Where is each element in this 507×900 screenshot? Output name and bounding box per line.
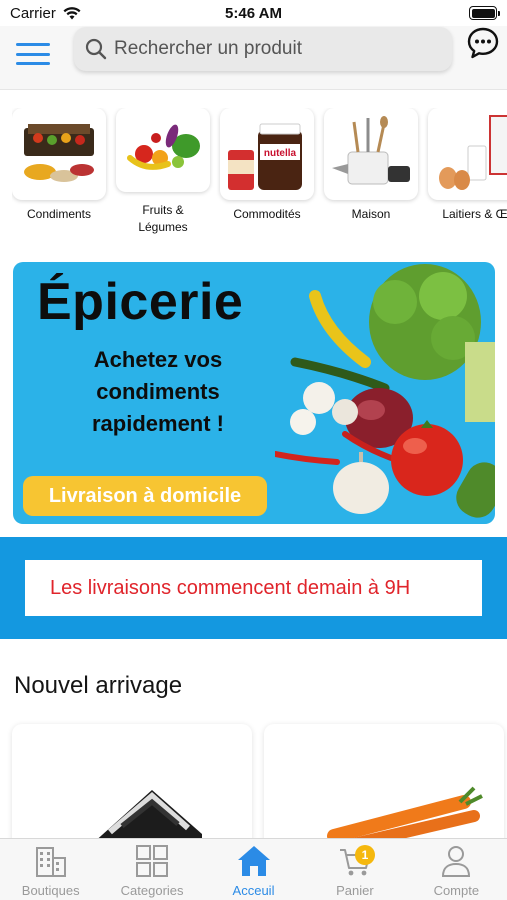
category-commodites[interactable]: nutella Commodités [220,108,314,236]
tab-label: Boutiques [21,883,80,898]
category-image [428,108,507,200]
buildings-icon [33,843,69,879]
menu-line [16,52,50,56]
tab-compte[interactable]: Compte [406,839,507,900]
tab-label: Compte [433,883,480,898]
category-label: Laitiers & Œ [442,207,507,221]
menu-line [16,62,50,65]
category-image [12,108,106,200]
category-image: nutella [220,108,314,200]
delivery-notice: Les livraisons commencent demain à 9H [25,560,482,616]
status-left: Carrier [10,5,82,22]
tab-categories[interactable]: Categories [101,839,202,900]
category-laitiers[interactable]: Laitiers & Œ [428,108,507,236]
search-icon [85,38,107,60]
category-carousel[interactable]: Condiments Fruits & Légumes nutella Comm… [12,108,507,236]
banner-subtitle: Achetez vos condiments rapidement ! [91,347,225,436]
grid-icon [134,843,170,879]
bottom-tab-bar: Boutiques Categories Acceuil 1 Panier Co… [0,838,507,900]
status-bar: Carrier 5:46 AM [0,0,507,26]
new-arrivals-list[interactable] [12,724,507,864]
top-header [0,26,507,90]
svg-text:nutella: nutella [264,148,297,159]
category-label: Maison [351,207,391,221]
notice-band: Les livraisons commencent demain à 9H [0,537,507,639]
category-label: Fruits & Légumes [138,203,188,234]
cart-count-badge: 1 [354,845,375,865]
product-image [327,786,483,850]
tab-label: Panier [336,883,374,898]
product-image [92,790,202,844]
category-label: Commodités [233,207,301,221]
banner-title: Épicerie [37,273,244,331]
tab-boutiques[interactable]: Boutiques [0,839,101,900]
category-label: Condiments [26,207,92,221]
category-fruits-legumes[interactable]: Fruits & Légumes [116,108,210,236]
tab-panier[interactable]: 1 Panier [304,839,405,900]
app-screen: Carrier 5:46 AM Rechercher un produit Co… [0,0,507,900]
home-icon [236,843,272,879]
search-input[interactable] [114,38,434,60]
tab-acceuil[interactable]: Acceuil [203,839,304,900]
carrier-label: Carrier [10,4,56,22]
vegetables-illustration [275,264,495,518]
tab-label: Categories [120,883,184,898]
new-arrivals-title: Nouvel arrivage [14,672,183,699]
menu-line [16,43,50,46]
user-icon [438,843,474,879]
chat-bubble-icon[interactable] [466,26,500,60]
category-condiments[interactable]: Condiments [12,108,106,236]
tab-label: Acceuil [232,883,275,898]
category-maison[interactable]: Maison [324,108,418,236]
battery-icon [469,6,500,20]
hamburger-menu-button[interactable] [16,41,50,67]
search-bar[interactable] [74,27,452,71]
cart-icon: 1 [337,843,375,879]
category-image [324,108,418,200]
category-image [116,108,210,192]
wifi-icon [63,6,81,19]
promo-banner[interactable]: Épicerie Achetez vos condiments rapideme… [13,262,495,524]
home-delivery-button[interactable]: Livraison à domicile [23,476,267,516]
